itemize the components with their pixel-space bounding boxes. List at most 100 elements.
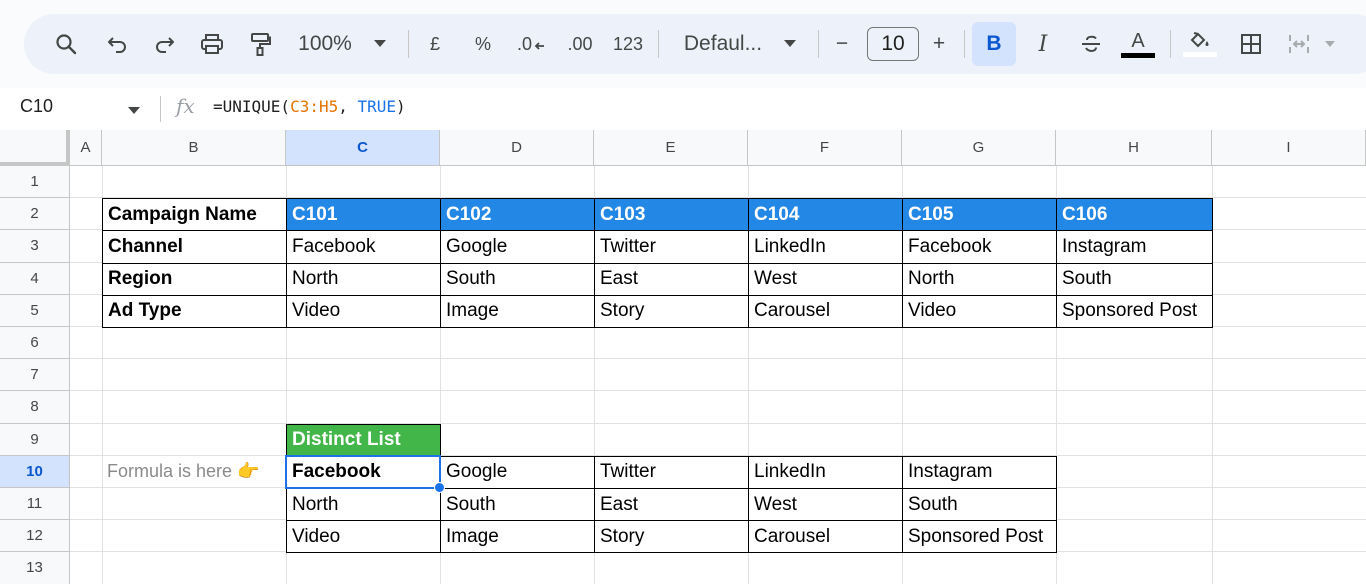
formula-input[interactable]: =UNIQUE(C3:H5, TRUE): [213, 97, 406, 116]
zoom-select[interactable]: 100%: [294, 28, 356, 60]
table-cell[interactable]: Video: [286, 294, 441, 328]
campaign-header-cell[interactable]: C105: [902, 198, 1057, 232]
distinct-list-cell[interactable]: LinkedIn: [748, 455, 903, 489]
decrease-decimal-button[interactable]: .0: [514, 28, 548, 60]
fill-handle[interactable]: [434, 482, 445, 493]
distinct-list-cell[interactable]: North: [286, 488, 441, 522]
row-header-11[interactable]: 11: [0, 488, 70, 521]
undo-icon[interactable]: [102, 28, 134, 60]
toolbar: 100% £ % .0 .00 123 Defaul... − 10 + B I: [24, 14, 1366, 74]
distinct-list-cell[interactable]: Story: [594, 520, 749, 554]
column-header-a[interactable]: A: [70, 130, 102, 166]
row-header-1[interactable]: 1: [0, 166, 70, 199]
table-cell[interactable]: South: [1056, 262, 1213, 296]
campaign-header-cell[interactable]: C103: [594, 198, 749, 232]
italic-button[interactable]: I: [1028, 28, 1058, 60]
percent-format-button[interactable]: %: [470, 28, 496, 60]
bold-button[interactable]: B: [972, 22, 1016, 66]
column-header-c[interactable]: C: [286, 130, 440, 166]
borders-icon[interactable]: [1236, 28, 1266, 60]
row-header-3[interactable]: 3: [0, 230, 70, 263]
row-header-4[interactable]: 4: [0, 262, 70, 295]
table-header-label[interactable]: Campaign Name: [102, 198, 287, 232]
chevron-down-icon[interactable]: [368, 28, 392, 60]
distinct-list-cell[interactable]: Google: [440, 455, 595, 489]
distinct-list-header[interactable]: Distinct List: [286, 423, 441, 457]
table-cell[interactable]: South: [440, 262, 595, 296]
number-format-button[interactable]: 123: [610, 28, 646, 60]
print-icon[interactable]: [196, 28, 228, 60]
increase-font-size-button[interactable]: +: [926, 28, 952, 60]
table-cell[interactable]: Facebook: [902, 230, 1057, 264]
table-cell[interactable]: East: [594, 262, 749, 296]
column-header-i[interactable]: I: [1212, 130, 1366, 166]
distinct-list-cell[interactable]: Sponsored Post: [902, 520, 1057, 554]
table-cell[interactable]: Google: [440, 230, 595, 264]
chevron-down-icon[interactable]: [780, 28, 800, 60]
fill-color-button[interactable]: [1182, 28, 1218, 60]
distinct-list-cell[interactable]: Video: [286, 520, 441, 554]
table-cell[interactable]: Carousel: [748, 294, 903, 328]
row-header-10[interactable]: 10: [0, 455, 70, 488]
strikethrough-icon[interactable]: [1076, 28, 1106, 60]
fill-color-swatch: [1183, 52, 1217, 57]
chevron-down-icon[interactable]: [128, 102, 140, 120]
table-row-label[interactable]: Region: [102, 262, 287, 296]
row-header-12[interactable]: 12: [0, 520, 70, 553]
table-cell[interactable]: Story: [594, 294, 749, 328]
table-cell[interactable]: North: [286, 262, 441, 296]
spreadsheet-grid[interactable]: A B C D E F G H I 1 2 3 4 5 6 7 8 9 10 11 12 13 Campaign Name C…: [0, 130, 1366, 584]
text-color-button[interactable]: A: [1120, 28, 1156, 60]
distinct-list-cell[interactable]: East: [594, 488, 749, 522]
decrease-font-size-button[interactable]: −: [830, 28, 854, 60]
campaign-header-cell[interactable]: C102: [440, 198, 595, 232]
select-all-corner[interactable]: [0, 130, 70, 166]
row-header-5[interactable]: 5: [0, 294, 70, 327]
name-box[interactable]: C10: [20, 96, 53, 117]
column-header-e[interactable]: E: [594, 130, 748, 166]
distinct-list-cell[interactable]: South: [440, 488, 595, 522]
distinct-list-cell[interactable]: West: [748, 488, 903, 522]
distinct-list-cell[interactable]: Instagram: [902, 455, 1057, 489]
column-header-g[interactable]: G: [902, 130, 1056, 166]
column-header-d[interactable]: D: [440, 130, 594, 166]
paint-format-icon[interactable]: [244, 28, 276, 60]
formula-range: C3:H5: [290, 97, 339, 116]
chevron-down-icon[interactable]: [1322, 28, 1338, 60]
campaign-header-cell[interactable]: C101: [286, 198, 441, 232]
table-cell[interactable]: Image: [440, 294, 595, 328]
table-cell[interactable]: LinkedIn: [748, 230, 903, 264]
distinct-list-cell[interactable]: South: [902, 488, 1057, 522]
table-cell[interactable]: Facebook: [286, 230, 441, 264]
row-header-7[interactable]: 7: [0, 359, 70, 392]
search-menus-icon[interactable]: [50, 28, 82, 60]
table-cell[interactable]: Video: [902, 294, 1057, 328]
table-cell[interactable]: Instagram: [1056, 230, 1213, 264]
increase-decimal-button[interactable]: .00: [562, 28, 598, 60]
row-header-6[interactable]: 6: [0, 327, 70, 360]
table-cell[interactable]: West: [748, 262, 903, 296]
currency-format-button[interactable]: £: [422, 28, 448, 60]
table-cell[interactable]: Twitter: [594, 230, 749, 264]
font-size-input[interactable]: 10: [867, 27, 919, 61]
column-header-f[interactable]: F: [748, 130, 902, 166]
column-header-b[interactable]: B: [102, 130, 286, 166]
table-cell[interactable]: Sponsored Post: [1056, 294, 1213, 328]
distinct-list-cell[interactable]: Facebook: [286, 455, 441, 489]
row-header-8[interactable]: 8: [0, 391, 70, 424]
column-header-h[interactable]: H: [1056, 130, 1212, 166]
table-row-label[interactable]: Ad Type: [102, 294, 287, 328]
campaign-header-cell[interactable]: C106: [1056, 198, 1213, 232]
distinct-list-cell[interactable]: Image: [440, 520, 595, 554]
row-header-2[interactable]: 2: [0, 198, 70, 231]
redo-icon[interactable]: [148, 28, 180, 60]
distinct-list-cell[interactable]: Carousel: [748, 520, 903, 554]
distinct-list-cell[interactable]: Twitter: [594, 455, 749, 489]
table-cell[interactable]: North: [902, 262, 1057, 296]
font-select[interactable]: Defaul...: [678, 28, 768, 60]
table-row-label[interactable]: Channel: [102, 230, 287, 264]
campaign-header-cell[interactable]: C104: [748, 198, 903, 232]
merge-cells-icon[interactable]: [1284, 28, 1314, 60]
row-header-13[interactable]: 13: [0, 552, 70, 584]
row-header-9[interactable]: 9: [0, 423, 70, 456]
